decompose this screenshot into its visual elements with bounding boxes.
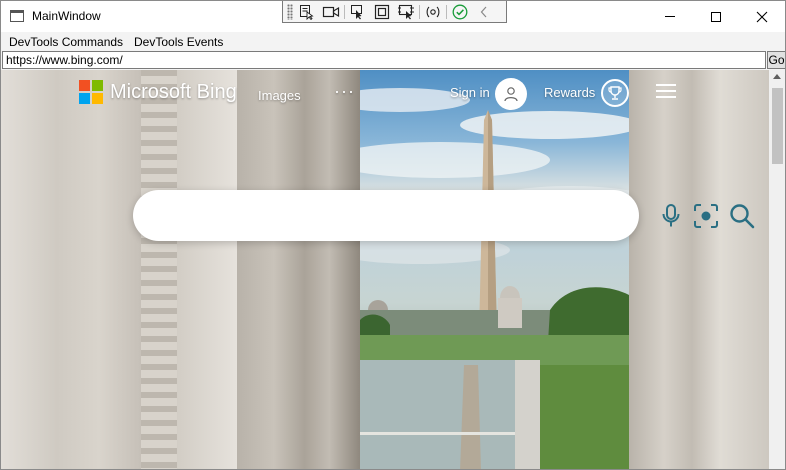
select-element-icon (300, 4, 314, 20)
column-background (1, 70, 141, 469)
xaml-debug-toolbar (282, 1, 507, 23)
microphone-icon (662, 204, 680, 227)
check-status-icon (452, 4, 468, 19)
user-icon (504, 87, 518, 102)
window-title: MainWindow (32, 9, 101, 23)
video-record-icon (322, 6, 340, 17)
layout-box-icon (374, 4, 390, 19)
menu-line (656, 90, 676, 92)
collapse-chevron-icon (480, 6, 487, 17)
microsoft-logo-icon (79, 80, 103, 104)
main-window: MainWindow DevTools Commands DevTools Ev… (0, 0, 786, 470)
close-icon (756, 11, 768, 22)
toolbar-separator (446, 4, 447, 19)
trophy-icon (608, 86, 622, 100)
search-box[interactable] (133, 190, 755, 241)
search-input[interactable] (153, 204, 523, 228)
minimize-icon (665, 16, 675, 17)
display-layout-button[interactable] (394, 2, 418, 22)
address-bar: Go (1, 51, 785, 70)
rewards-link[interactable]: Rewards (544, 85, 595, 100)
menu-line (656, 96, 676, 98)
url-input[interactable] (2, 51, 766, 69)
brand-name: Microsoft Bing (110, 80, 237, 103)
column-background (141, 70, 177, 469)
nav-images-link[interactable]: Images (258, 88, 301, 103)
vertical-scrollbar[interactable] (769, 70, 785, 469)
web-view[interactable]: Microsoft Bing Images ··· Sign in Reward… (1, 70, 769, 469)
toolbar-grip[interactable] (287, 3, 293, 20)
display-layout-icon (398, 4, 414, 19)
logo-square-red (79, 80, 90, 91)
minimize-button[interactable] (647, 1, 693, 32)
visual-search-button[interactable] (692, 202, 720, 230)
menu-bar: DevTools Commands DevTools Events (1, 32, 785, 51)
scroll-up-arrow-icon[interactable] (773, 74, 781, 79)
pointer-icon (351, 4, 362, 19)
scene-illustration (360, 88, 629, 469)
hot-reload-icon (426, 6, 440, 17)
logo-square-green (92, 80, 103, 91)
visual-search-icon (694, 204, 718, 228)
column-background (629, 70, 769, 469)
washington-monument-scene (360, 70, 629, 469)
logo-square-blue (79, 93, 90, 104)
check-status-button[interactable] (448, 2, 472, 22)
toolbar-separator (344, 4, 345, 19)
column-background (177, 70, 237, 469)
rewards-button[interactable] (601, 79, 629, 107)
maximize-icon (711, 11, 721, 22)
search-button[interactable] (728, 202, 756, 230)
collapse-toolbar-button[interactable] (472, 2, 496, 22)
window-icon (10, 10, 24, 22)
menu-line (656, 84, 676, 86)
maximize-button[interactable] (693, 1, 739, 32)
hot-reload-button[interactable] (421, 2, 445, 22)
select-element-button[interactable] (295, 2, 319, 22)
pointer-button[interactable] (346, 2, 370, 22)
menu-devtools-events[interactable]: DevTools Events (134, 35, 223, 49)
scroll-thumb[interactable] (772, 88, 783, 164)
avatar-button[interactable] (495, 78, 527, 110)
layout-box-button[interactable] (370, 2, 394, 22)
video-record-button[interactable] (319, 2, 343, 22)
sign-in-link[interactable]: Sign in (450, 85, 490, 100)
menu-devtools-commands[interactable]: DevTools Commands (9, 35, 123, 49)
close-button[interactable] (739, 1, 785, 32)
go-button[interactable]: Go (767, 51, 785, 69)
bing-logo[interactable]: Microsoft Bing (79, 80, 237, 104)
nav-more-button[interactable]: ··· (334, 81, 355, 102)
hamburger-menu-button[interactable] (656, 84, 676, 100)
search-icon (730, 204, 755, 229)
voice-search-button[interactable] (657, 202, 685, 230)
logo-square-yellow (92, 93, 103, 104)
toolbar-separator (419, 4, 420, 19)
column-background (237, 70, 360, 469)
